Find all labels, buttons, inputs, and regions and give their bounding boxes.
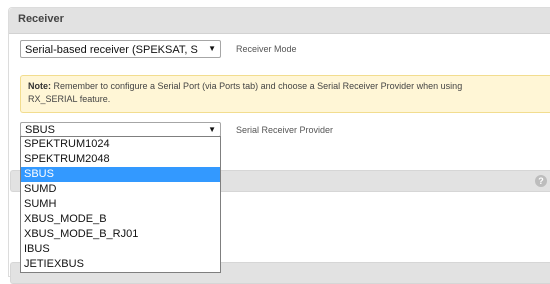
help-icon[interactable]: ?: [535, 175, 547, 187]
dropdown-option-spektrum2048[interactable]: SPEKTRUM2048: [21, 152, 220, 167]
note-text: Remember to configure a Serial Port (via…: [51, 81, 463, 91]
dropdown-option-xbus-mode-b-rj01[interactable]: XBUS_MODE_B_RJ01: [21, 227, 220, 242]
chevron-down-icon: ▼: [208, 44, 216, 53]
receiver-mode-value: Serial-based receiver (SPEKSAT, S: [25, 44, 198, 56]
dropdown-option-sbus[interactable]: SBUS: [21, 167, 220, 182]
receiver-mode-label: Receiver Mode: [236, 44, 297, 54]
dropdown-option-xbus-mode-b[interactable]: XBUS_MODE_B: [21, 212, 220, 227]
receiver-mode-select[interactable]: Serial-based receiver (SPEKSAT, S ▼: [20, 40, 221, 58]
serial-provider-select[interactable]: SBUS ▼: [20, 122, 221, 137]
receiver-panel-header: [9, 8, 550, 34]
panel-title: Receiver: [18, 13, 64, 25]
serial-provider-value: SBUS: [25, 124, 55, 136]
serial-provider-label: Serial Receiver Provider: [236, 125, 334, 135]
dropdown-option-sumh[interactable]: SUMH: [21, 197, 220, 212]
chevron-down-icon: ▼: [208, 125, 216, 134]
dropdown-option-jetiexbus[interactable]: JETIEXBUS: [21, 257, 220, 272]
dropdown-option-spektrum1024[interactable]: SPEKTRUM1024: [21, 137, 220, 152]
dropdown-option-ibus[interactable]: IBUS: [21, 242, 220, 257]
note-prefix: Note:: [28, 81, 51, 91]
note-box: Note: Remember to configure a Serial Por…: [20, 75, 550, 113]
note-line-1: Note: Remember to configure a Serial Por…: [28, 80, 550, 93]
note-line-2: RX_SERIAL feature.: [28, 94, 111, 104]
dropdown-option-sumd[interactable]: SUMD: [21, 182, 220, 197]
serial-provider-dropdown-list[interactable]: SPEKTRUM1024 SPEKTRUM2048 SBUS SUMD SUMH…: [20, 136, 221, 273]
